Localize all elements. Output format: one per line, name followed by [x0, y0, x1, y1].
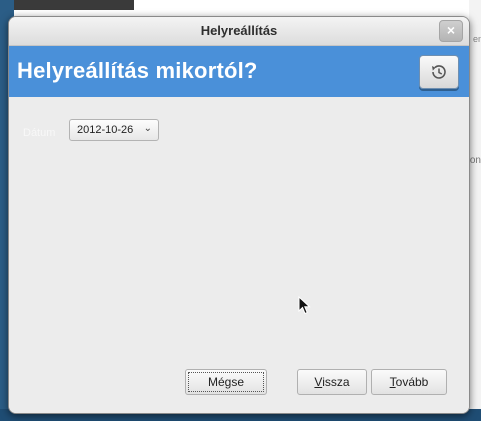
back-button-label: issza: [322, 375, 350, 389]
window-title: Helyreállítás: [200, 23, 278, 38]
history-icon: [432, 65, 446, 79]
background-text-mid: on: [469, 155, 481, 166]
dialog-header: Helyreállítás mikortól?: [9, 46, 469, 97]
date-label: Dátum: [23, 127, 56, 139]
page-title: Helyreállítás mikortól?: [17, 58, 258, 83]
date-select-value: 2012-10-26: [77, 124, 134, 136]
background-desktop-right: en on: [469, 0, 481, 421]
mouse-pointer-icon: [298, 296, 311, 315]
next-button[interactable]: Tovább: [371, 369, 447, 395]
close-icon: ×: [446, 22, 456, 38]
background-text-top: en: [472, 34, 481, 44]
history-button[interactable]: [419, 55, 459, 89]
date-select[interactable]: 2012-10-26 ⌄: [69, 119, 159, 141]
restore-dialog: Helyreállítás × Helyreállítás mikortól? …: [8, 16, 470, 414]
chevron-down-icon: ⌄: [143, 123, 152, 134]
next-button-label: ovább: [395, 375, 429, 389]
cancel-button[interactable]: Mégse: [185, 369, 267, 395]
back-button[interactable]: Vissza: [297, 369, 367, 395]
dialog-content: Dátum 2012-10-26 ⌄ Mégse Vissza Tovább: [9, 97, 469, 413]
title-bar[interactable]: Helyreállítás ×: [9, 17, 469, 46]
background-window-edge: [14, 0, 134, 10]
cancel-button-label: Mégse: [207, 375, 245, 389]
close-button[interactable]: ×: [439, 20, 463, 42]
